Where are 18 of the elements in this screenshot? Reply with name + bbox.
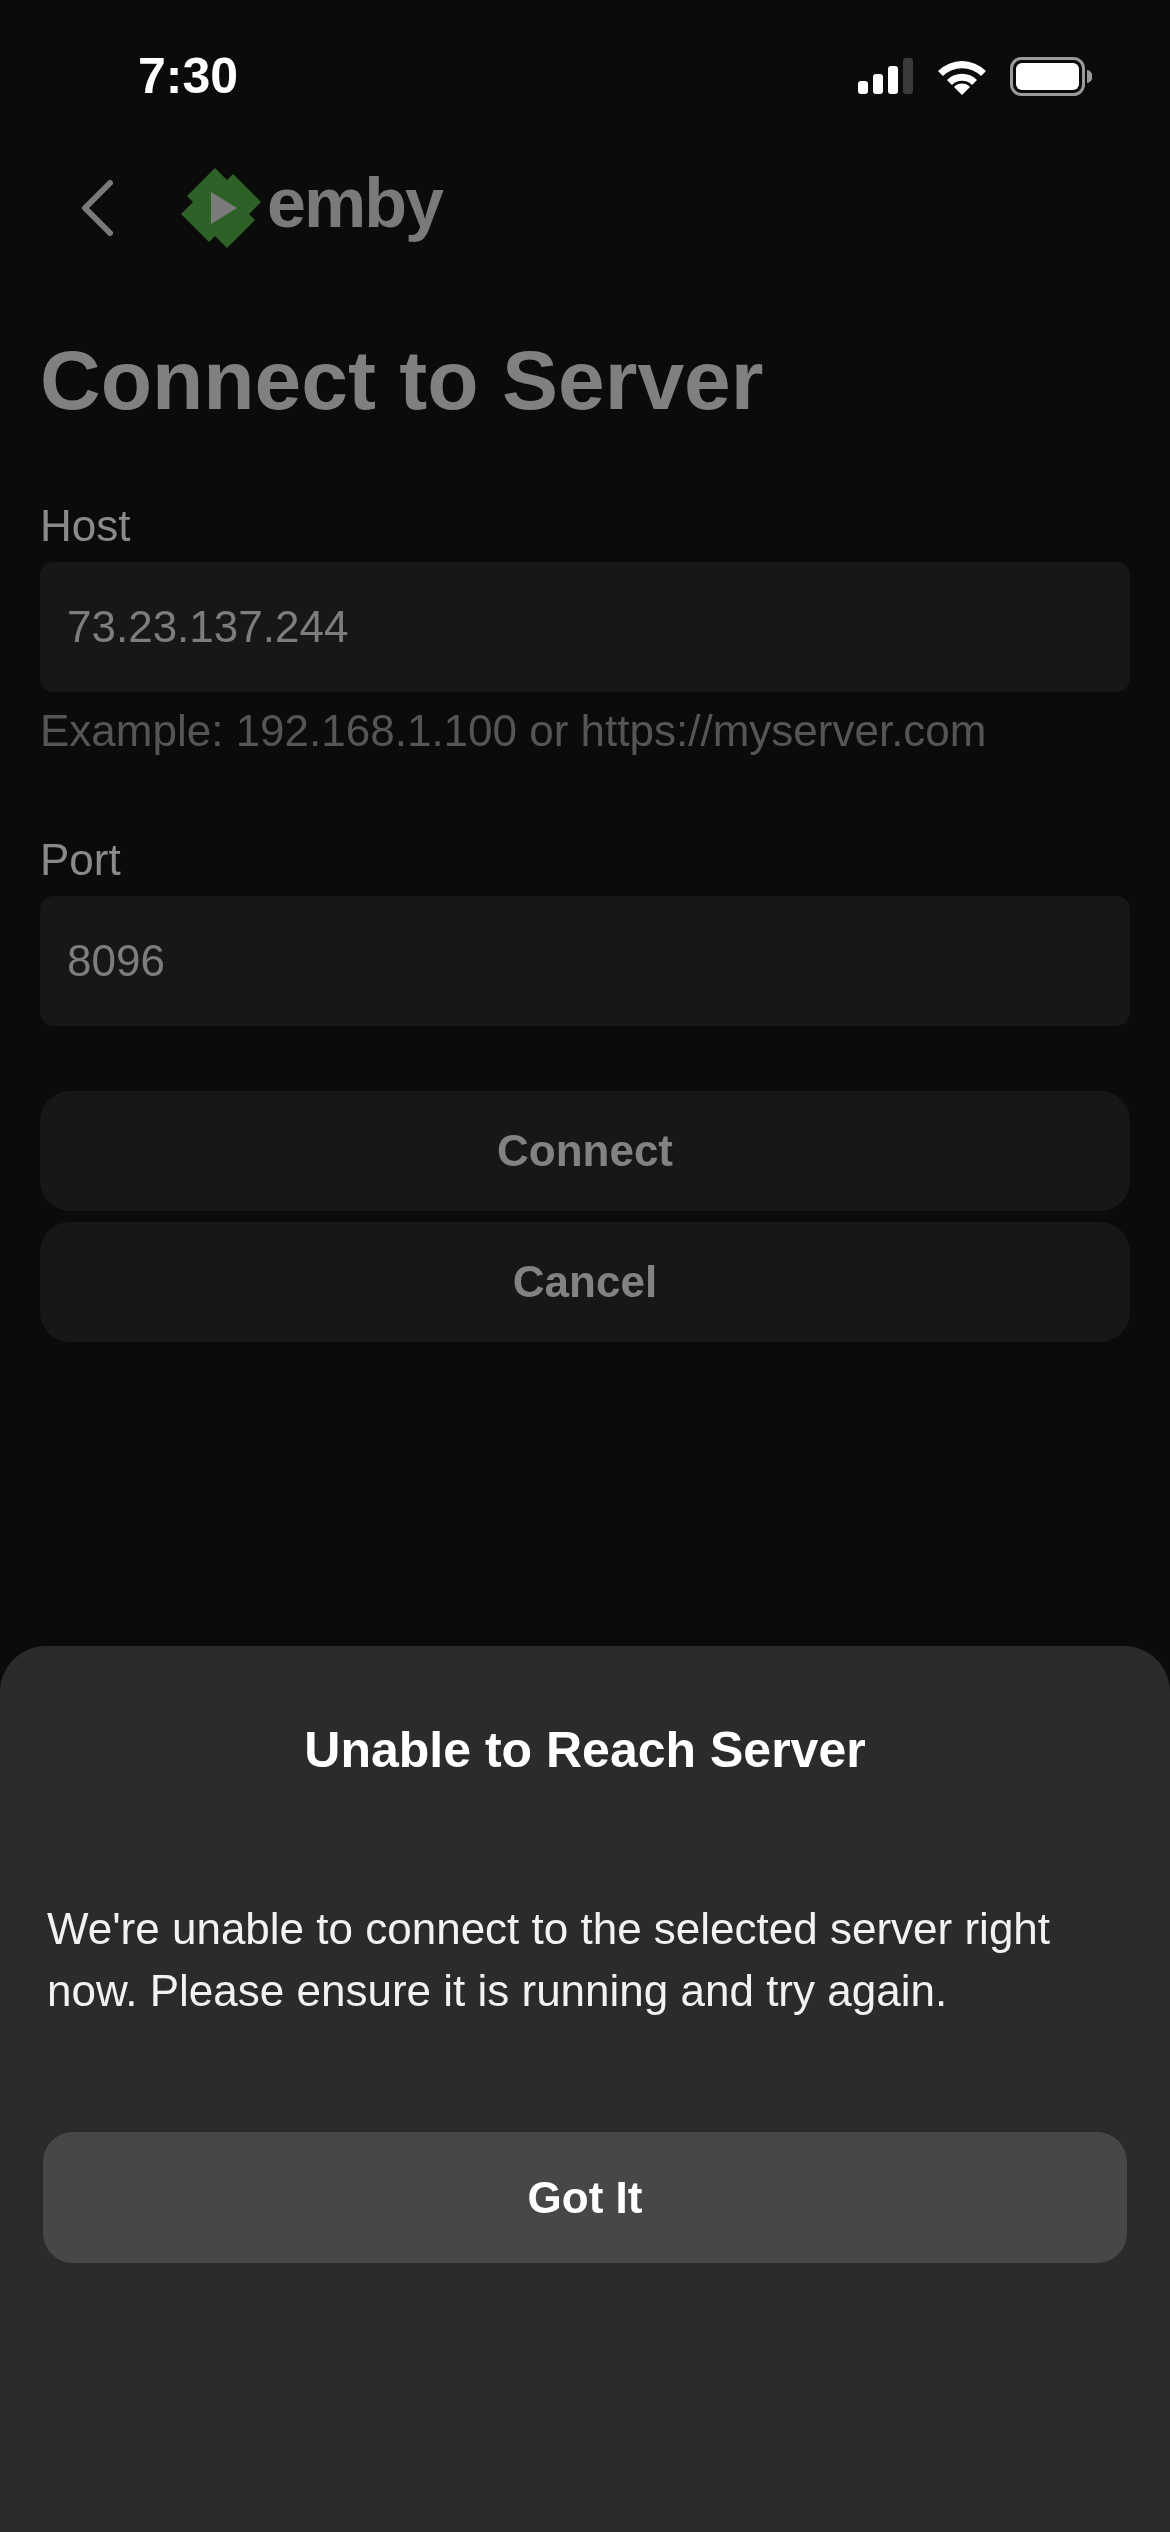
logo-wordmark: emby (267, 163, 442, 244)
cancel-button[interactable]: Cancel (40, 1222, 1130, 1342)
battery-icon (1010, 56, 1092, 96)
connect-button[interactable]: Connect (40, 1091, 1130, 1211)
confirm-button[interactable]: Got It (43, 2132, 1127, 2263)
field-hint: Example: 192.168.1.100 or https://myserver.com (40, 705, 987, 757)
chevron-left-icon (80, 179, 114, 237)
page-title: Connect to Server (40, 332, 765, 429)
field-label: Port (40, 834, 121, 886)
play-diamond-icon (181, 168, 261, 248)
port-field[interactable]: 8096 (40, 896, 1130, 1026)
host-field[interactable]: 73.23.137.244 (40, 562, 1130, 692)
back-button[interactable] (80, 179, 114, 237)
signal-icon (858, 58, 914, 94)
alert-message: We're unable to connect to the selected server right now. Please ensure it is running and try again. (47, 1903, 1052, 2017)
field-label: Host (40, 500, 131, 552)
status-time: 7:30 (138, 47, 239, 106)
alert-title: Unable to Reach Server (303, 1721, 867, 1780)
